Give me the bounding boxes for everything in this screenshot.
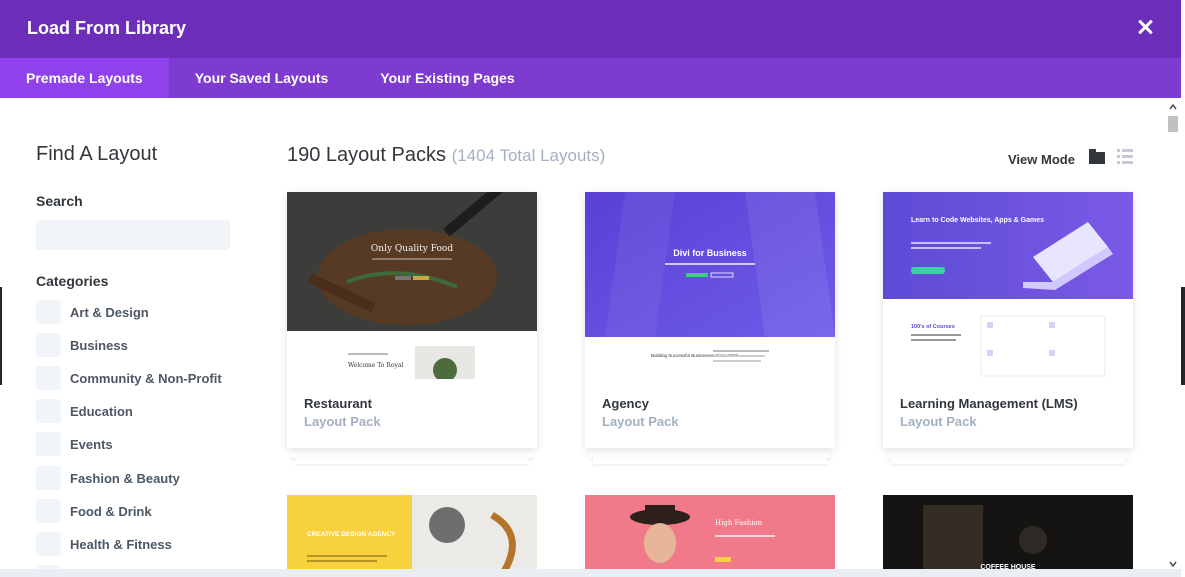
checkbox[interactable] xyxy=(36,300,61,324)
tab-premade-layouts[interactable]: Premade Layouts xyxy=(0,58,169,98)
pack-name: Restaurant xyxy=(304,396,372,411)
pack-name: Agency xyxy=(602,396,649,411)
thumb-welcome-text: Welcome To Royal xyxy=(348,362,403,369)
checkbox[interactable] xyxy=(36,399,61,423)
checkbox[interactable] xyxy=(36,333,61,357)
layout-card-creative-agency[interactable]: CREATIVE DESIGN AGENCY xyxy=(287,495,537,575)
vertical-scrollbar[interactable] xyxy=(1165,98,1181,573)
lms-thumbnail: Learn to Code Websites, Apps & Games 100… xyxy=(883,192,1133,379)
category-business[interactable]: Business xyxy=(36,333,128,357)
layout-card-coffee-house[interactable]: COFFEE HOUSE xyxy=(883,495,1133,575)
modal-bottom-edge xyxy=(0,569,1181,577)
tab-saved-layouts[interactable]: Your Saved Layouts xyxy=(169,58,355,98)
category-community[interactable]: Community & Non-Profit xyxy=(36,366,222,390)
checkbox[interactable] xyxy=(36,432,61,456)
modal-header: Load From Library xyxy=(0,0,1181,58)
tab-existing-pages[interactable]: Your Existing Pages xyxy=(354,58,540,98)
pack-name: Learning Management (LMS) xyxy=(900,396,1078,411)
restaurant-thumbnail: Only Quality Food Welcome To Royal xyxy=(287,192,537,379)
modal-title: Load From Library xyxy=(27,18,187,38)
thumb-fashion-text: High Fashion xyxy=(715,519,763,527)
category-fashion-beauty[interactable]: Fashion & Beauty xyxy=(36,466,180,490)
close-icon[interactable] xyxy=(1135,17,1155,37)
agency-thumbnail: Divi for Business Building Successful Bu… xyxy=(585,192,835,379)
library-modal: Load From Library Premade Layouts Your S… xyxy=(0,0,1181,577)
layout-count-heading: 190 Layout Packs (1404 Total Layouts) xyxy=(287,144,606,166)
grid-view-icon[interactable] xyxy=(1089,149,1105,164)
category-food-drink[interactable]: Food & Drink xyxy=(36,499,152,523)
pack-type: Layout Pack xyxy=(304,414,381,429)
layout-card-fashion[interactable]: High Fashion xyxy=(585,495,835,575)
category-health-fitness[interactable]: Health & Fitness xyxy=(36,532,172,556)
window-right-edge xyxy=(1181,0,1185,577)
view-mode-label: View Mode xyxy=(1008,152,1075,167)
thumb-agency-hero: Divi for Business xyxy=(673,248,747,258)
pack-type: Layout Pack xyxy=(602,414,679,429)
checkbox[interactable] xyxy=(36,466,61,490)
sidebar-heading: Find A Layout xyxy=(36,143,158,165)
categories-label: Categories xyxy=(36,273,109,289)
search-label: Search xyxy=(36,193,83,209)
thumb-creative-text: CREATIVE DESIGN AGENCY xyxy=(307,531,396,538)
category-art-design[interactable]: Art & Design xyxy=(36,300,149,324)
list-view-icon[interactable] xyxy=(1117,149,1133,165)
checkbox[interactable] xyxy=(36,532,61,556)
checkbox[interactable] xyxy=(36,499,61,523)
search-input[interactable] xyxy=(36,220,230,250)
pack-type: Layout Pack xyxy=(900,414,977,429)
thumb-lms-hero: Learn to Code Websites, Apps & Games xyxy=(911,217,1044,224)
thumb-lms-courses: 100's of Courses xyxy=(911,324,955,330)
scroll-down-icon[interactable] xyxy=(1168,559,1178,569)
window-left-edge xyxy=(0,287,2,385)
category-education[interactable]: Education xyxy=(36,399,133,423)
category-events[interactable]: Events xyxy=(36,432,113,456)
checkbox[interactable] xyxy=(36,366,61,390)
tab-bar: Premade Layouts Your Saved Layouts Your … xyxy=(0,58,1181,98)
scrollbar-thumb[interactable] xyxy=(1168,116,1178,132)
thumb-hero-text: Only Quality Food xyxy=(371,244,453,254)
scroll-up-icon[interactable] xyxy=(1168,102,1178,112)
total-layouts: (1404 Total Layouts) xyxy=(451,146,606,165)
